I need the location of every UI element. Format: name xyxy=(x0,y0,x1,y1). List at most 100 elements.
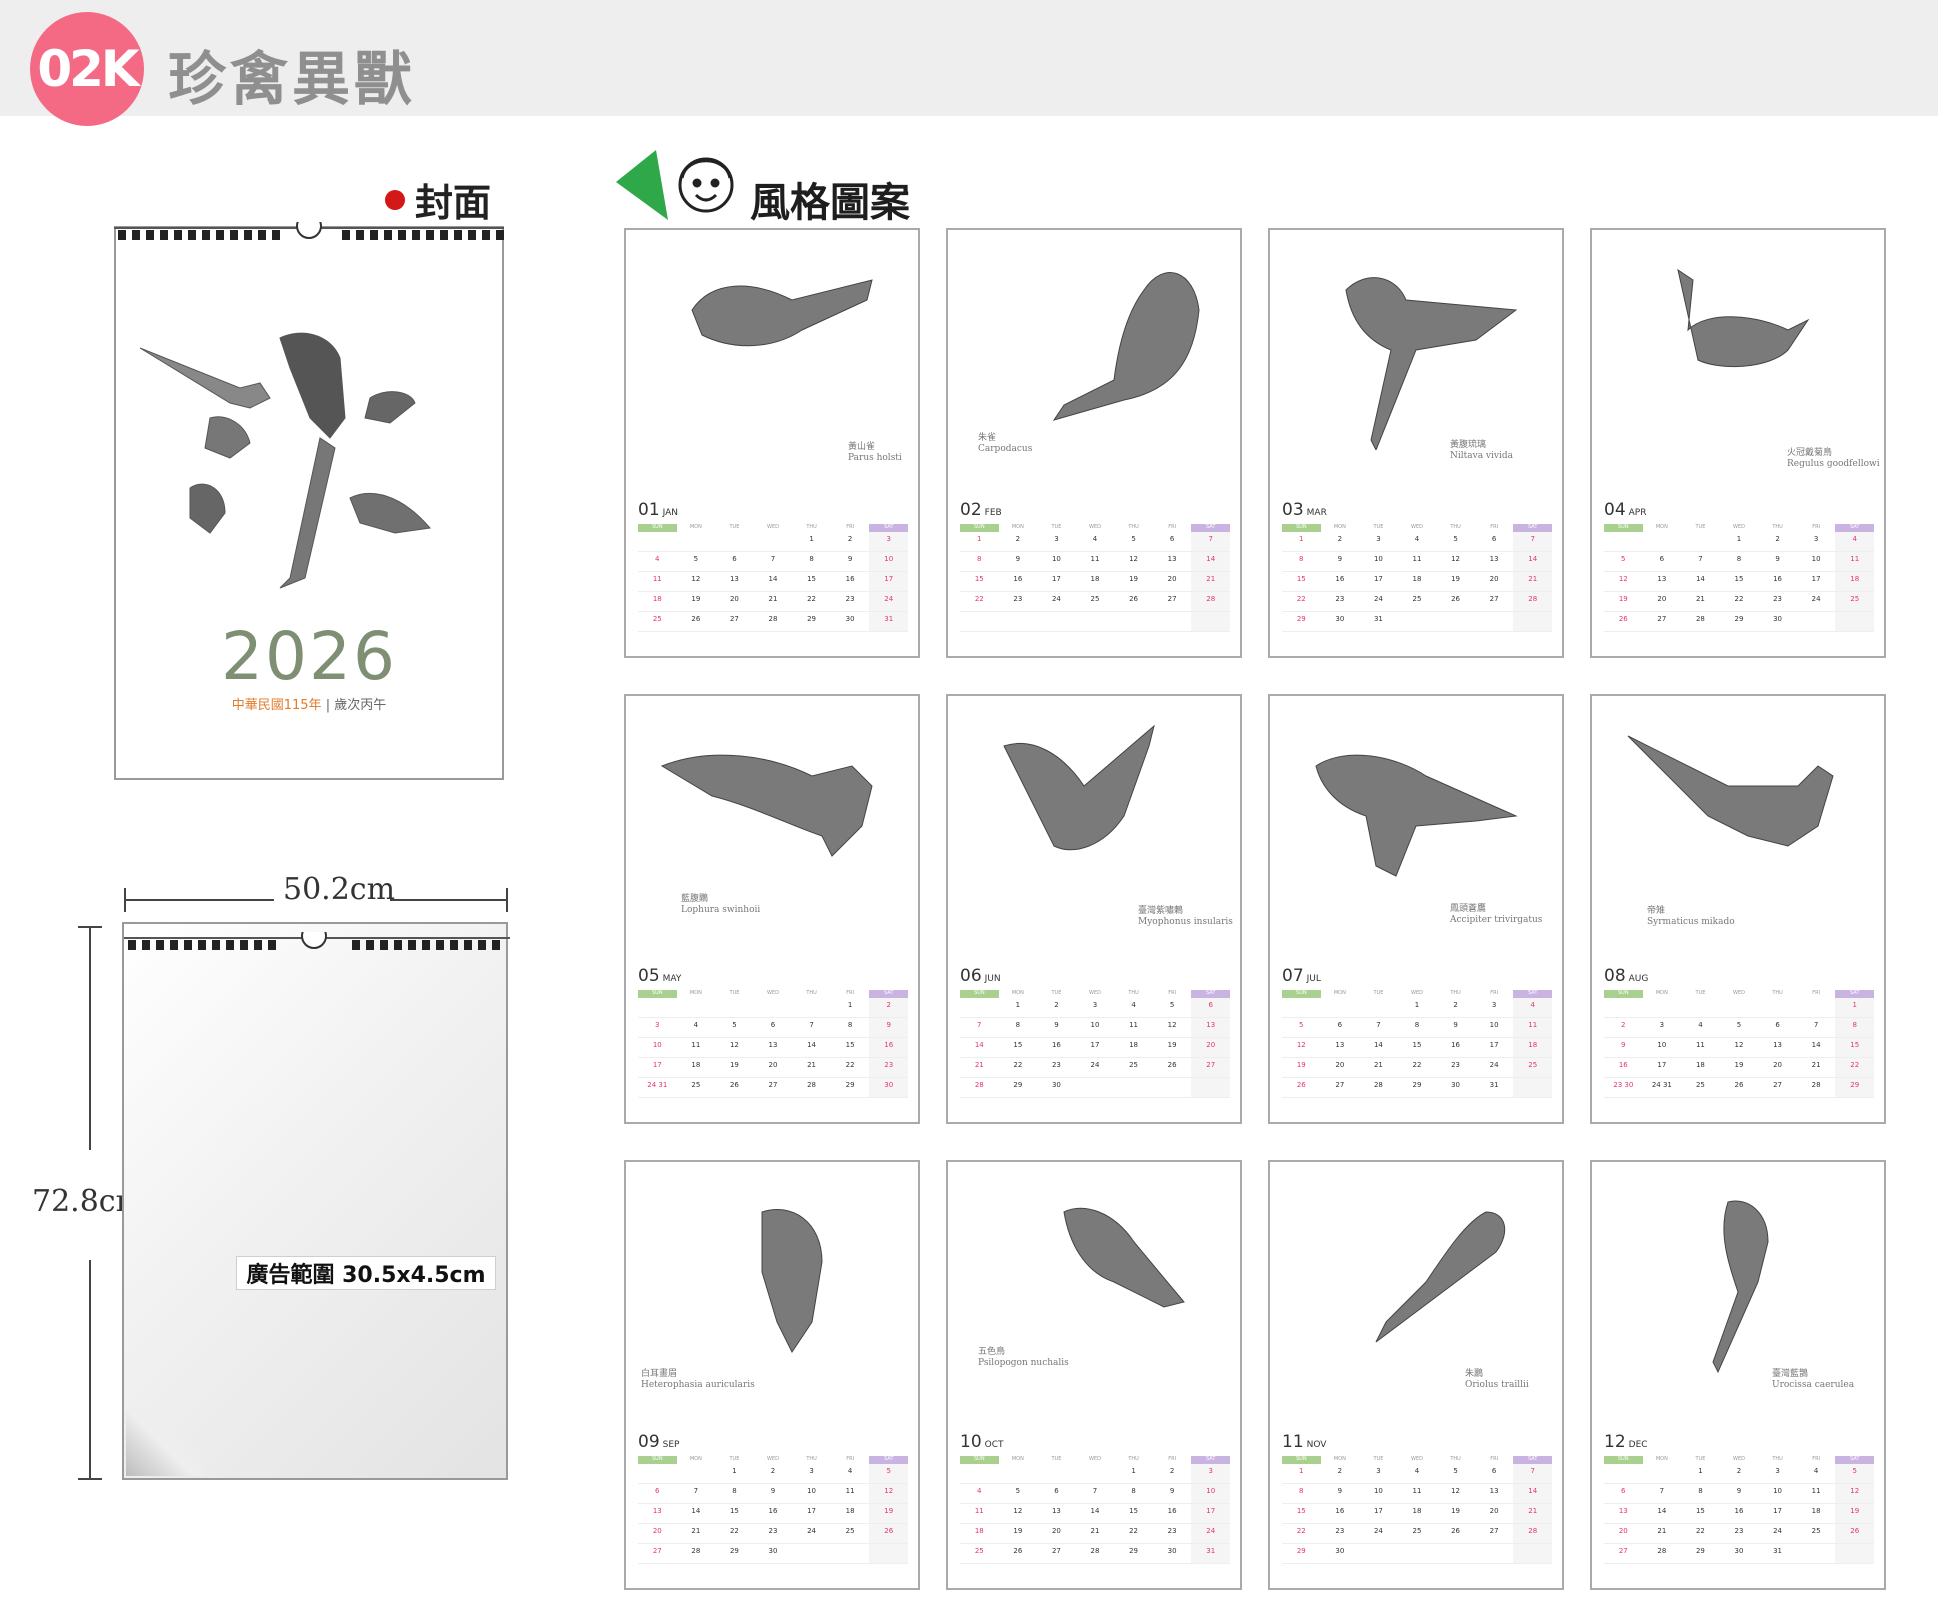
month-number: 02 xyxy=(960,500,982,520)
weekday-label: SUN xyxy=(1282,1456,1321,1464)
week-row: 18 19 20 21 22 23 24 xyxy=(638,592,908,612)
week-row: 22 23 24 25 26 27 28 xyxy=(1282,1524,1552,1544)
day-cell: 27 xyxy=(1489,1527,1499,1535)
day-cell xyxy=(677,998,716,1017)
day-cell: 9 xyxy=(1337,1487,1343,1495)
weekday-label: SUN xyxy=(960,1456,999,1464)
day-cell: 28 xyxy=(1513,1524,1552,1543)
month-abbr: DEC xyxy=(1628,1440,1648,1450)
day-cell: 21 xyxy=(1090,1527,1100,1535)
week-row: 3 4 5 6 7 8 9 xyxy=(638,1018,908,1038)
day-cell: 18 xyxy=(1090,575,1100,583)
day-cell xyxy=(677,1464,716,1483)
day-cell: 24 31 xyxy=(647,1081,668,1089)
weekday-label: THU xyxy=(806,990,817,996)
day-cell: 24 xyxy=(869,592,908,611)
bird-caption: 臺灣藍鵲 Urocissa caerulea xyxy=(1772,1369,1854,1391)
day-cell: 28 xyxy=(1373,1081,1383,1089)
day-cell xyxy=(1076,612,1115,631)
day-cell: 29 xyxy=(1835,1078,1874,1097)
bird-name-latin: Accipiter trivirgatus xyxy=(1450,915,1543,925)
weekday-label: SAT xyxy=(1835,990,1874,998)
weekday-header: SUN MON TUE WED THU FRI SAT xyxy=(638,524,908,532)
day-cell xyxy=(1681,532,1720,551)
day-cell: 1 xyxy=(1131,1467,1136,1475)
weekday-label: FRI xyxy=(1168,1456,1177,1462)
weekday-label: TUE xyxy=(1695,1456,1706,1462)
weekday-label: SUN xyxy=(1282,524,1321,532)
day-cell: 8 xyxy=(977,555,982,563)
day-cell: 5 xyxy=(1736,1021,1742,1029)
day-cell: 7 xyxy=(1813,1021,1819,1029)
day-cell: 7 xyxy=(977,1021,982,1029)
weekday-header: SUN MON TUE WED THU FRI SAT xyxy=(1604,990,1874,998)
month-card: 朱鸝 Oriolus traillii 11 NOV SUN MON TUE WED THU FR… xyxy=(1268,1160,1564,1590)
day-cell: 26 xyxy=(1734,1081,1744,1089)
day-cell: 23 xyxy=(845,595,855,603)
weekday-label: THU xyxy=(1772,1456,1783,1462)
day-cell: 21 xyxy=(1513,1504,1552,1523)
day-cell: 22 xyxy=(974,595,984,603)
weekday-header: SUN MON TUE WED THU FRI SAT xyxy=(960,524,1230,532)
day-cell: 20 xyxy=(729,595,739,603)
month-heading: 05 MAY xyxy=(638,966,681,986)
day-cell: 17 xyxy=(1773,1507,1783,1515)
weekday-label: SAT xyxy=(1835,1456,1874,1464)
day-cell: 29 xyxy=(1296,615,1306,623)
day-cell: 5 xyxy=(1453,1467,1458,1475)
bird-illustration xyxy=(1345,277,1518,450)
day-cell: 30 xyxy=(1335,615,1345,623)
day-cell xyxy=(638,532,677,551)
day-cell: 16 xyxy=(1734,1507,1744,1515)
weekday-label: THU xyxy=(1128,524,1139,530)
day-cell: 28 xyxy=(1090,1547,1100,1555)
bird-name-latin: Oriolus traillii xyxy=(1465,1380,1529,1390)
day-cell: 27 xyxy=(1773,1081,1783,1089)
day-cell: 9 xyxy=(1015,555,1021,563)
day-cell: 16 xyxy=(1451,1041,1461,1049)
day-cell xyxy=(715,532,754,551)
day-cell: 15 xyxy=(1412,1041,1422,1049)
week-row: 11 12 13 14 15 16 17 xyxy=(638,572,908,592)
bird-name-latin: Heterophasia auricularis xyxy=(641,1380,755,1390)
bird-name-zh: 火冠戴菊鳥 xyxy=(1787,448,1833,458)
day-cell: 28 xyxy=(1657,1547,1667,1555)
day-cell: 12 xyxy=(1734,1041,1744,1049)
day-cell: 22 xyxy=(1412,1061,1422,1069)
day-cell: 15 xyxy=(974,575,984,583)
day-cell: 16 xyxy=(869,1038,908,1057)
weekday-label: WED xyxy=(1089,990,1101,996)
day-cell: 11 xyxy=(1695,1041,1705,1049)
weekday-label: SAT xyxy=(1191,1456,1230,1464)
day-cell: 24 xyxy=(1773,1527,1783,1535)
month-heading: 01 JAN xyxy=(638,500,678,520)
weekday-label: MON xyxy=(1655,990,1668,996)
day-cell: 1 xyxy=(1015,1001,1021,1009)
day-cell xyxy=(1758,998,1797,1017)
bird-caption: 鳳頭蒼鷹 Accipiter trivirgatus xyxy=(1450,904,1542,926)
month-number: 11 xyxy=(1282,1432,1304,1452)
bird-name-latin: Niltava vivida xyxy=(1450,451,1513,461)
day-cell: 13 xyxy=(652,1507,662,1515)
week-row: 1 2 3 4 5 xyxy=(638,1464,908,1484)
day-cell xyxy=(1475,612,1514,631)
day-cell: 21 xyxy=(1191,572,1230,591)
day-cell: 17 xyxy=(1657,1061,1667,1069)
day-cell: 29 xyxy=(729,1547,739,1555)
day-cell: 30 xyxy=(1335,1547,1345,1555)
month-grid: SUN MON TUE WED THU FRI SAT 1 2 3 4 5 6 7 8 9 10 11 12 13 14… xyxy=(1282,1456,1552,1564)
day-cell: 7 xyxy=(1191,532,1230,551)
weekday-label: SAT xyxy=(1835,524,1874,532)
day-cell: 11 xyxy=(1811,1487,1821,1495)
day-cell: 23 xyxy=(768,1527,778,1535)
day-cell: 29 xyxy=(1296,1547,1306,1555)
day-cell: 1 xyxy=(977,535,982,543)
cover-birds-illustration xyxy=(139,332,431,589)
day-cell xyxy=(677,532,716,551)
weekday-label: SAT xyxy=(1513,990,1552,998)
day-cell xyxy=(1604,532,1643,551)
bird-name-zh: 藍腹鷴 xyxy=(681,894,709,904)
week-row: 1 2 3 4 5 6 7 xyxy=(1282,532,1552,552)
day-cell: 10 xyxy=(1191,1484,1230,1503)
month-number: 03 xyxy=(1282,500,1304,520)
